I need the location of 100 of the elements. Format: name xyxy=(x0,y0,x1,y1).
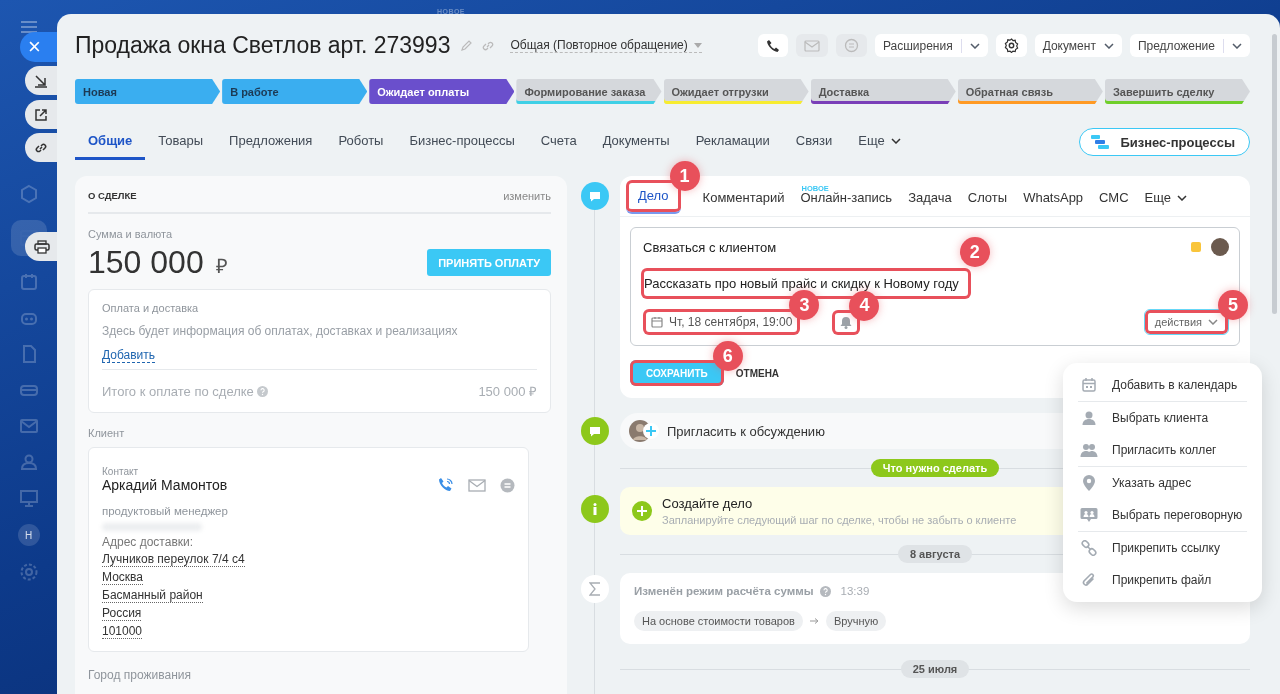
link-icon xyxy=(34,140,48,155)
business-processes-button[interactable]: Бизнес-процессы xyxy=(1079,128,1250,156)
address-line[interactable]: 101000 xyxy=(102,624,143,639)
extensions-button[interactable]: Расширения xyxy=(874,34,988,57)
pipeline-selector[interactable]: Общая (Повторное обращение) xyxy=(510,38,702,53)
contact-name[interactable]: Аркадий Мамонтов xyxy=(102,477,228,493)
todo-title[interactable]: Создайте дело xyxy=(662,496,1017,511)
chevron-down-icon xyxy=(1208,319,1218,325)
address-line[interactable]: Лучников переулок 7/4 с4 xyxy=(102,552,245,567)
mail-icon xyxy=(803,39,820,52)
tab[interactable]: WhatsApp xyxy=(1015,190,1092,216)
pipeline-stage[interactable]: Завершить сделку xyxy=(1104,79,1250,104)
field-label: Город проживания xyxy=(88,668,192,682)
chevron-down-icon xyxy=(969,42,980,49)
tab[interactable]: СМС xyxy=(1091,190,1137,216)
tab[interactable]: Связи xyxy=(782,124,846,160)
sidebar-icon xyxy=(18,416,39,436)
address-line[interactable]: Москва xyxy=(102,570,143,585)
copy-link-button[interactable] xyxy=(25,133,57,162)
people-icon xyxy=(1080,442,1098,458)
tab[interactable]: Предложения xyxy=(216,124,326,160)
pipeline-stage[interactable]: Доставка xyxy=(810,79,956,104)
menu-item[interactable]: Прикрепить ссылку xyxy=(1078,532,1247,564)
sidebar-icon xyxy=(18,272,39,292)
print-button[interactable] xyxy=(25,232,57,261)
deal-title: Продажа окна Светлов арт. 273993 xyxy=(75,32,451,59)
help-icon xyxy=(819,585,831,597)
callout-badge: 2 xyxy=(959,237,990,267)
user-avatar[interactable] xyxy=(1211,238,1229,256)
call-button[interactable] xyxy=(757,34,788,57)
actions-dropdown[interactable]: действия xyxy=(1143,309,1229,335)
close-button[interactable]: × xyxy=(20,32,57,62)
plus-circle-icon xyxy=(632,501,652,521)
info-glyph-icon xyxy=(593,503,597,515)
event-time: 13:39 xyxy=(840,585,870,597)
contact-position: продуктовый менеджер xyxy=(102,505,229,517)
tab[interactable]: Роботы xyxy=(325,124,397,160)
currency-sign: ₽ xyxy=(215,254,228,279)
pipeline-stage[interactable]: Ожидает отгрузки xyxy=(663,79,809,104)
chat-icon xyxy=(500,477,515,493)
mail-icon xyxy=(468,478,486,492)
total-amount: 150 000 ₽ xyxy=(478,383,537,400)
scrollbar[interactable] xyxy=(1272,34,1277,314)
callout-badge: 4 xyxy=(849,290,880,321)
menu-item[interactable]: Прикрепить файл xyxy=(1078,564,1247,596)
more-tab[interactable]: Еще xyxy=(845,124,914,160)
menu-item[interactable]: Выбрать переговорную xyxy=(1078,499,1247,531)
section-badge: Что нужно сделать xyxy=(870,459,1000,477)
pipeline-stage[interactable]: Формирование заказа xyxy=(516,79,662,104)
more-tab[interactable]: Еще xyxy=(1136,190,1196,216)
reminder-button[interactable] xyxy=(832,309,861,335)
document-button[interactable]: Документ xyxy=(1034,34,1122,57)
proposal-button[interactable]: Предложение xyxy=(1129,34,1250,57)
field-label: Сумма и валюта xyxy=(88,228,174,240)
pipeline-stage[interactable]: В работе xyxy=(222,79,368,104)
menu-item[interactable]: Указать адрес xyxy=(1078,467,1247,499)
dropdown-triangle-icon xyxy=(693,42,702,48)
tab[interactable]: Рекламации xyxy=(682,124,783,160)
sidebar-icon xyxy=(18,184,39,204)
address-line[interactable]: Басманный район xyxy=(102,588,203,603)
tab[interactable]: Счета xyxy=(527,124,590,160)
deal-amount: 150 000 xyxy=(88,244,204,281)
color-marker[interactable] xyxy=(1191,242,1201,252)
printer-icon xyxy=(34,239,50,254)
chat-icon xyxy=(843,38,859,53)
field-label: Контакт xyxy=(102,466,139,477)
chevron-down-icon xyxy=(1103,42,1114,49)
settings-button[interactable] xyxy=(995,34,1027,57)
tab[interactable]: Бизнес-процессы xyxy=(396,124,528,160)
tab[interactable]: Задача xyxy=(900,190,960,216)
tab[interactable]: Общие xyxy=(75,124,146,160)
calendar-icon xyxy=(651,316,663,328)
tab[interactable]: Слоты xyxy=(959,190,1016,216)
date-separator: 8 августа xyxy=(897,545,973,563)
tab[interactable]: Дело xyxy=(626,180,681,214)
edit-link[interactable]: изменить xyxy=(503,190,551,202)
external-link-icon xyxy=(34,107,48,122)
user-avatar[interactable]: Н xyxy=(17,524,40,546)
person-add-icon xyxy=(629,420,659,442)
subject-field[interactable]: Связаться с клиентом xyxy=(643,239,777,255)
phone-icon xyxy=(438,477,454,493)
field-label: Адрес доставки: xyxy=(102,535,195,549)
chevron-down-icon xyxy=(1177,194,1188,201)
menu-item[interactable]: Добавить в календарь xyxy=(1063,369,1262,401)
callout-badge: 5 xyxy=(1218,290,1248,320)
download-button[interactable] xyxy=(25,66,57,95)
tab[interactable]: Товары xyxy=(145,124,217,160)
pipeline-stage[interactable]: Обратная связь xyxy=(957,79,1103,104)
location-pin-icon xyxy=(1082,474,1096,492)
open-external-button[interactable] xyxy=(25,100,57,129)
menu-icon xyxy=(19,20,38,34)
pipeline-stage[interactable]: Ожидает оплаты xyxy=(369,79,515,104)
tab[interactable]: Комментарий xyxy=(694,190,793,216)
add-link[interactable]: Добавить xyxy=(102,348,156,363)
callout-badge: 1 xyxy=(669,161,700,191)
pipeline-stage[interactable]: Новая xyxy=(75,79,221,104)
process-icon xyxy=(1090,134,1111,150)
address-line[interactable]: Россия xyxy=(102,606,142,621)
tab[interactable]: Документы xyxy=(589,124,683,160)
arrow-down-right-icon xyxy=(34,73,48,88)
